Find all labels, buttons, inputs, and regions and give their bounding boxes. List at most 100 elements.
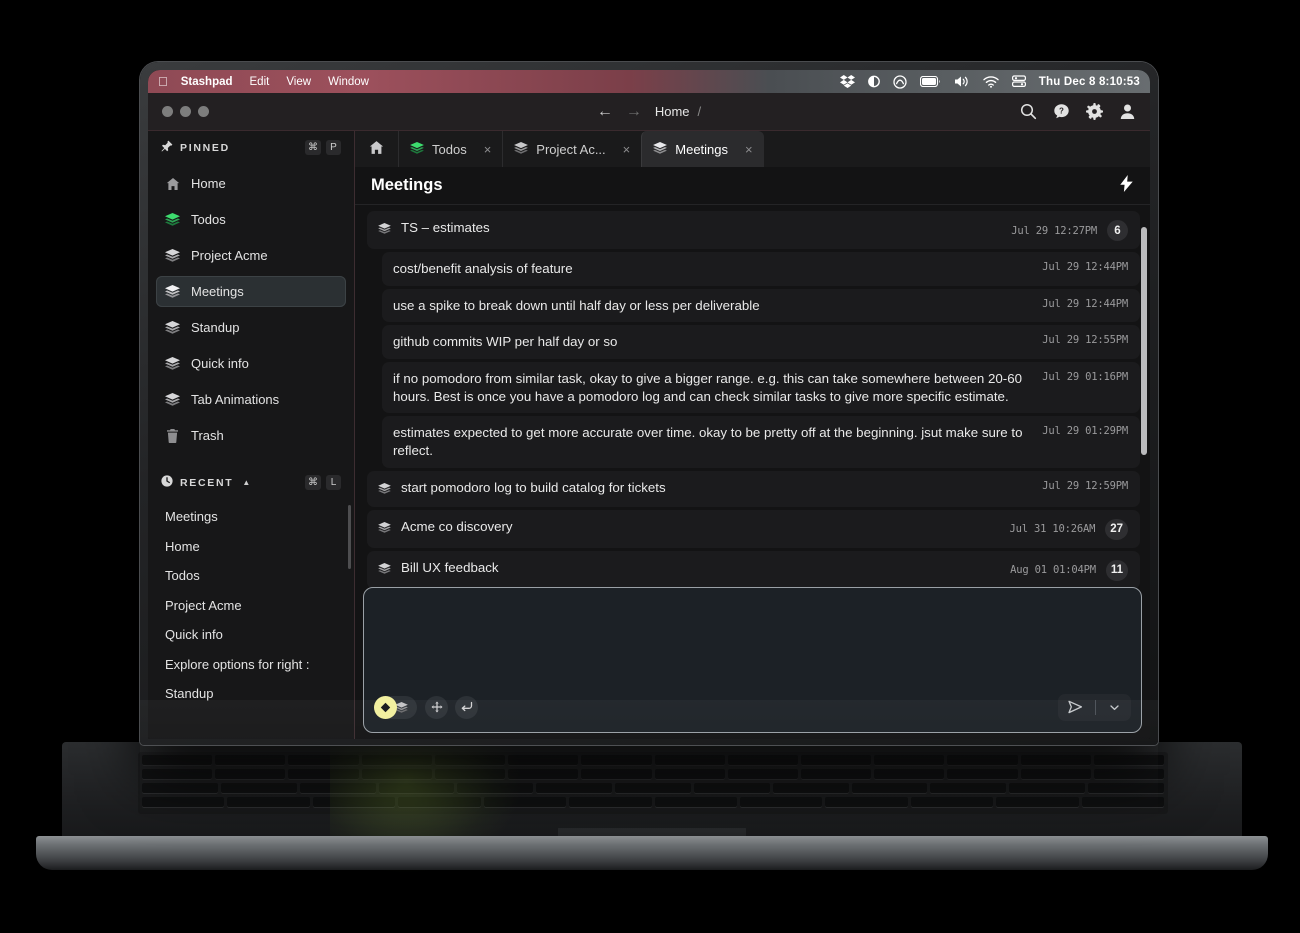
dropbox-icon[interactable] [839,75,855,88]
help-icon[interactable]: ? [1053,103,1070,120]
menu-window[interactable]: Window [328,76,369,88]
diamond-icon[interactable] [374,695,397,719]
sidebar-section-pinned-header[interactable]: PINNED ⌘ P [148,131,354,164]
note-timestamp: Jul 29 01:29PM [1042,425,1128,438]
minimize-window-button[interactable] [180,106,191,117]
tab-label: Todos [432,141,467,157]
composer-input[interactable] [364,588,1141,690]
laptop-base-lip [36,836,1268,870]
sidebar-item-home[interactable]: Home [156,168,346,199]
search-icon[interactable] [1020,103,1037,120]
sidebar-item-todos[interactable]: Todos [156,204,346,235]
recent-scrollbar[interactable] [348,505,351,569]
composer-type-toggle[interactable] [374,695,417,719]
note-text: Acme co discovery [401,518,513,534]
move-icon[interactable] [425,695,448,719]
pinned-shortcut-cmd: ⌘ [305,140,321,155]
lightning-bolt-icon[interactable] [1119,175,1134,196]
close-tab-icon[interactable]: × [745,142,753,157]
trash-icon [165,428,180,443]
send-button-group[interactable] [1058,693,1131,721]
note-row[interactable]: start pomodoro log to build catalog for … [367,470,1140,507]
note-text: github commits WIP per half day or so [393,334,618,350]
breadcrumb-separator: / [697,104,702,119]
close-tab-icon[interactable]: × [623,142,631,157]
chevron-up-icon[interactable]: ▲ [242,478,250,487]
note-row[interactable]: estimates expected to get more accurate … [382,416,1140,468]
sidebar-item-label: Quick info [191,356,249,371]
pinned-shortcut: ⌘ P [305,140,341,155]
wifi-icon[interactable] [983,75,999,88]
sidebar-item-label: Trash [191,428,224,443]
close-window-button[interactable] [162,106,173,117]
note-text: start pomodoro log to build catalog for … [401,479,666,495]
menu-edit[interactable]: Edit [250,76,270,88]
sidebar-item-standup[interactable]: Standup [156,312,346,343]
recent-shortcut: ⌘ L [305,475,341,490]
tab-project-acme[interactable]: Project Ac... × [502,131,641,167]
contrast-icon[interactable] [867,75,880,88]
note-timestamp: Jul 29 12:44PM [1042,261,1128,273]
tab-home[interactable] [355,131,398,167]
note-row[interactable]: Acme co discovery Jul 31 10:26AM 27 [367,509,1140,548]
close-tab-icon[interactable]: × [484,142,492,157]
note-count-badge: 11 [1105,559,1128,581]
clock-circle-icon[interactable] [893,74,907,89]
recent-item-standup[interactable]: Standup [156,679,346,709]
stack-icon [378,481,392,499]
recent-item-quick-info[interactable]: Quick info [156,620,346,650]
note-row[interactable]: if no pomodoro from similar task, okay t… [382,362,1140,414]
sidebar-item-meetings[interactable]: Meetings [156,276,346,307]
tab-todos[interactable]: Todos × [398,131,502,167]
gear-icon[interactable] [1086,103,1103,120]
window-traffic-lights[interactable] [162,106,209,117]
recent-item-todos[interactable]: Todos [156,561,346,591]
tab-label: Project Ac... [536,141,606,157]
maximize-window-button[interactable] [198,106,209,117]
note-timestamp: Jul 29 12:55PM [1042,334,1128,347]
note-composer[interactable] [363,587,1142,733]
note-timestamp: Jul 31 10:26AM [1009,523,1096,536]
recent-item-project-acme[interactable]: Project Acme [156,591,346,621]
sidebar-item-tab-animations[interactable]: Tab Animations [156,384,346,415]
note-row[interactable]: github commits WIP per half day or so Ju… [382,325,1140,360]
stack-icon [653,141,668,157]
note-row[interactable]: Bill UX feedback Aug 01 01:04PM 11 [367,550,1140,589]
volume-icon[interactable] [954,75,970,88]
note-row[interactable]: use a spike to break down until half day… [382,288,1140,323]
recent-shortcut-key: L [326,475,341,490]
chevron-down-icon[interactable] [1102,701,1127,714]
stack-icon [378,520,392,538]
menu-stashpad[interactable]: Stashpad [181,76,233,88]
tab-meetings[interactable]: Meetings × [641,131,764,167]
forward-icon[interactable]: → [626,103,642,120]
stashpad-app-window:  Stashpad Edit View Window [148,70,1150,739]
send-icon[interactable] [1062,700,1089,714]
breadcrumb[interactable]: Home / [655,104,701,119]
back-icon[interactable]: ← [597,103,613,120]
account-icon[interactable] [1119,103,1136,120]
stack-icon [165,285,180,298]
sidebar-item-quick-info[interactable]: Quick info [156,348,346,379]
recent-item-explore-options[interactable]: Explore options for right : [156,650,346,680]
breadcrumb-home[interactable]: Home [655,104,690,119]
pinned-list: Home Todos Project Acme Meetings Standup… [148,164,354,456]
tab-label: Meetings [675,141,729,157]
menu-view[interactable]: View [286,76,311,88]
stack-icon [165,321,180,334]
apple-logo-icon[interactable]:  [158,75,168,88]
return-icon[interactable] [455,695,478,719]
note-timestamp: Aug 01 01:04PM [1010,564,1096,577]
sidebar-item-project-acme[interactable]: Project Acme [156,240,346,271]
battery-icon[interactable] [919,76,941,87]
recent-item-home[interactable]: Home [156,532,346,562]
recent-item-meetings[interactable]: Meetings [156,502,346,532]
note-row[interactable]: cost/benefit analysis of feature Jul 29 … [382,252,1140,286]
note-row[interactable]: TS – estimates Jul 29 12:27PM 6 [367,211,1140,249]
stack-icon [514,141,529,157]
menubar-clock[interactable]: Thu Dec 8 8:10:53 [1039,76,1140,88]
notes-scrollbar[interactable] [1141,227,1147,455]
control-center-icon[interactable] [1011,75,1026,88]
sidebar-section-recent-header[interactable]: RECENT ▲ ⌘ L [148,466,354,499]
sidebar-item-trash[interactable]: Trash [156,420,346,451]
